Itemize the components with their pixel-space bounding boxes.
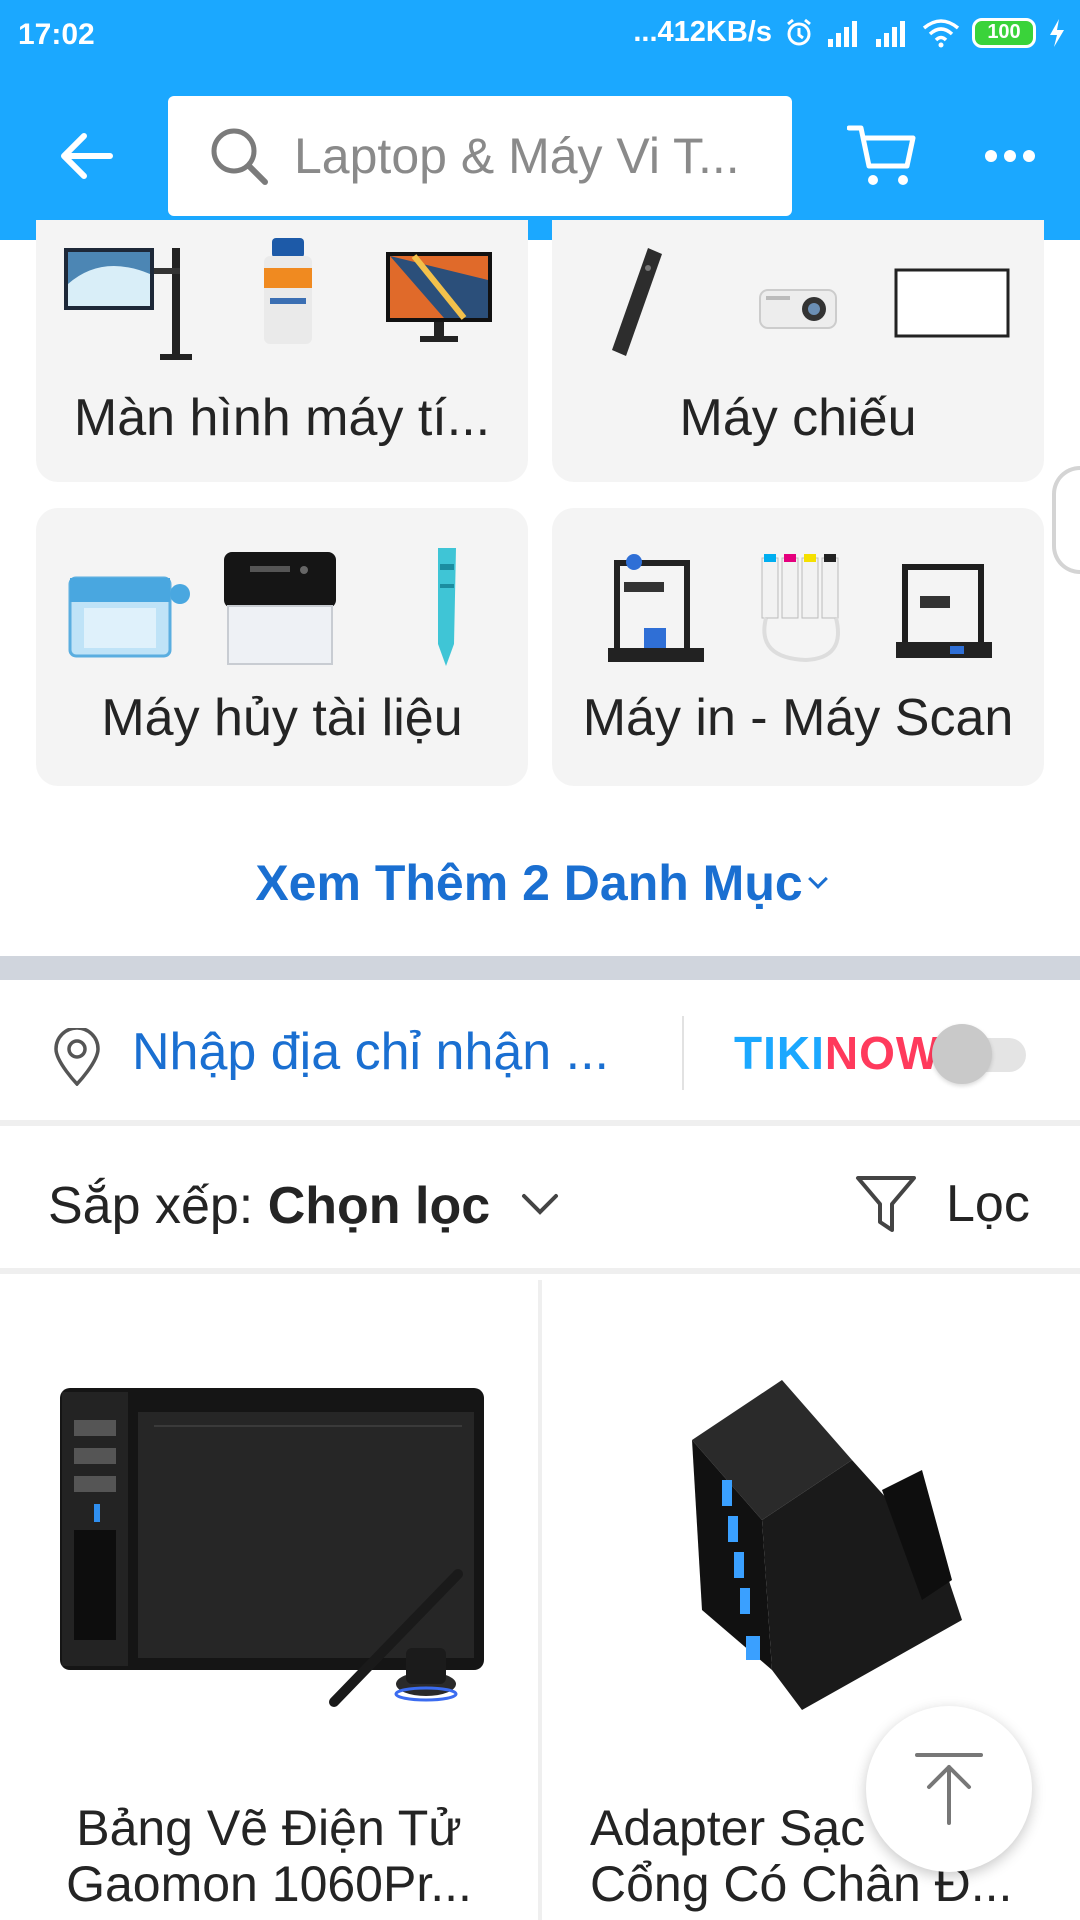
wifi-icon (922, 18, 960, 47)
vertical-divider (682, 1016, 684, 1090)
sort-filter-row: Sắp xếp: Chọn lọc Lọc (0, 1132, 1080, 1274)
signal-icon (828, 20, 857, 47)
tikinow-toggle[interactable] (932, 1024, 1028, 1084)
status-bar: 17:02 ...412KB/s 100 (0, 0, 1080, 72)
toggle-knob (932, 1024, 992, 1084)
product-card[interactable]: Bảng Vẽ Điện Tử Gaomon 1060Pr... (0, 1280, 538, 1920)
ink-system-thumbnail (761, 554, 840, 663)
show-more-categories-button[interactable]: Xem Thêm 2 Danh Mục (0, 854, 1080, 912)
side-panel-handle[interactable] (1052, 466, 1080, 574)
signal-icon-2 (876, 20, 905, 47)
category-label: Màn hình máy tí... (73, 389, 491, 447)
category-label: Máy hủy tài liệu (101, 689, 463, 747)
status-time: 17:02 (18, 18, 95, 51)
presenter-remote-thumbnail (612, 248, 662, 356)
projector-screen-thumbnail (894, 268, 1010, 338)
category-card-monitors[interactable]: Màn hình máy tí... (36, 220, 528, 482)
chevron-down-icon (807, 869, 828, 889)
usb-hub-image (692, 1380, 962, 1710)
more-horizontal-icon (985, 150, 997, 162)
search-icon (206, 123, 272, 189)
network-speed: ...412KB/s (633, 16, 772, 48)
category-card-printers[interactable]: Máy in - Máy Scan (552, 508, 1044, 786)
address-input[interactable]: Nhập địa chỉ nhận ... (132, 1022, 609, 1082)
category-label: Máy in - Máy Scan (582, 689, 1014, 747)
more-options-button[interactable] (974, 114, 1046, 198)
monitor-thumbnail (386, 252, 492, 342)
category-label: Máy chiếu (679, 389, 917, 447)
3d-printer-thumbnail-2 (896, 564, 992, 658)
3d-pen-thumbnail (438, 548, 456, 666)
search-bar[interactable]: Laptop & Máy Vi T... (168, 96, 792, 216)
sort-prefix: Sắp xếp: (48, 1177, 268, 1235)
filter-button[interactable]: Lọc (854, 1172, 1030, 1236)
scroll-to-top-button[interactable] (866, 1706, 1032, 1872)
chevron-down-icon[interactable] (520, 1184, 560, 1224)
3d-printer-thumbnail (608, 554, 704, 662)
delivery-address-row: Nhập địa chỉ nhận ... TIKINOW (0, 980, 1080, 1126)
tikinow-logo: TIKINOW (734, 1027, 941, 1079)
header-toolbar: Laptop & Máy Vi T... (0, 96, 1080, 216)
shredder-thumbnail (68, 576, 190, 658)
product-name: Bảng Vẽ Điện Tử Gaomon 1060Pr... (66, 1800, 472, 1912)
filter-icon (856, 1176, 916, 1232)
section-divider (0, 956, 1080, 980)
battery-indicator: 100 (972, 17, 1036, 48)
charging-icon (1050, 18, 1064, 47)
category-card-shredders[interactable]: Máy hủy tài liệu (36, 508, 528, 786)
drawing-tablet-image (60, 1388, 484, 1707)
sort-value: Chọn lọc (267, 1177, 491, 1235)
cart-icon (847, 125, 916, 185)
projector-thumbnail (759, 289, 837, 329)
shredder-box-thumbnail (224, 552, 336, 665)
app-header: 17:02 ...412KB/s 100 Laptop & Máy Vi T..… (0, 0, 1080, 240)
category-card-projectors[interactable]: Máy chiếu (552, 220, 1044, 482)
monitor-arm-thumbnail (64, 248, 192, 360)
status-icons: ...412KB/s 100 (633, 16, 1066, 49)
filter-label: Lọc (946, 1175, 1030, 1233)
arrow-up-icon (915, 1753, 983, 1825)
back-button[interactable] (48, 118, 124, 194)
cleaning-kit-thumbnail (264, 238, 312, 344)
alarm-icon (787, 18, 811, 45)
show-more-label: Xem Thêm 2 Danh Mục (255, 855, 803, 911)
sort-dropdown[interactable]: Sắp xếp: Chọn lọc (48, 1176, 490, 1236)
location-pin-icon (54, 1028, 100, 1086)
arrow-left-icon (61, 133, 113, 179)
cart-button[interactable] (840, 114, 924, 198)
search-input[interactable]: Laptop & Máy Vi T... (294, 127, 774, 185)
